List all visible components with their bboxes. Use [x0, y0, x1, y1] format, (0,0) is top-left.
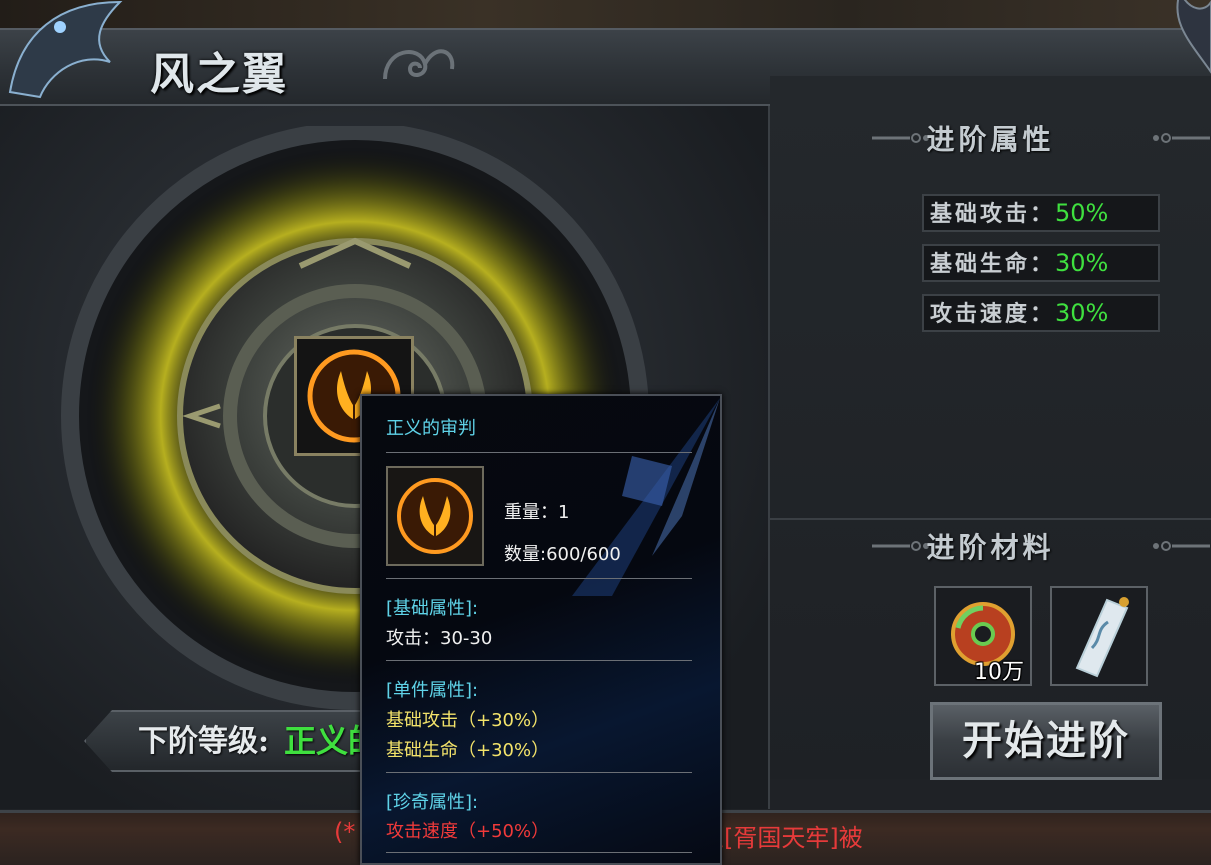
stat-value: 50%	[1055, 199, 1109, 227]
stat-label: 基础攻击：	[930, 201, 1056, 227]
tooltip-divider	[386, 852, 692, 853]
tooltip-divider	[386, 660, 692, 661]
stat-basic-life: 基础生命：30%	[922, 244, 1160, 282]
rare-attr-header: [珍奇属性]:	[386, 792, 479, 813]
tooltip-divider	[386, 578, 692, 579]
tooltip-title: 正义的审判	[386, 418, 476, 439]
piece-attr-line: 基础生命（+30%）	[386, 740, 550, 761]
material-slot-scroll[interactable]	[1050, 586, 1148, 686]
scroll-icon	[1075, 597, 1129, 678]
background-top	[0, 0, 1211, 30]
piece-attr-header: [单件属性]:	[386, 680, 479, 701]
chat-message-right: 王[胥国天牢]被	[700, 824, 863, 852]
tooltip-divider	[386, 452, 692, 453]
item-tooltip: 正义的审判 重量：1 数量:600/600 [基础属性]: 攻击：30-30 […	[360, 394, 722, 865]
tooltip-item-slot	[386, 466, 484, 566]
next-level-label: 下阶等级:	[138, 724, 270, 759]
stat-attack-speed: 攻击速度：30%	[922, 294, 1160, 332]
wings-item-icon	[397, 478, 473, 554]
stat-value: 30%	[1055, 299, 1109, 327]
advance-attributes-heading: 进阶属性	[926, 123, 1055, 156]
dragon-ornament-icon	[1176, 0, 1211, 74]
tooltip-count: 数量:600/600	[504, 544, 621, 565]
divider-ornament-icon	[1153, 541, 1210, 551]
next-level-value: 正义的审判	[284, 722, 360, 760]
stat-label: 基础生命：	[930, 251, 1056, 277]
panel-title: 风之翼	[150, 49, 288, 100]
chat-message-left: (*	[334, 818, 356, 846]
materials-heading: 进阶材料	[926, 531, 1055, 564]
stat-label: 攻击速度：	[930, 301, 1056, 327]
rare-attr-line: 攻击速度（+50%）	[386, 821, 550, 842]
piece-attr-line: 基础攻击（+30%）	[386, 710, 550, 731]
tooltip-divider	[386, 772, 692, 773]
divider-ornament-icon	[1153, 133, 1210, 143]
basic-attack-value: 攻击：30-30	[386, 628, 493, 649]
dragon-ornament-icon	[8, 0, 123, 99]
cloud-ornament-icon	[383, 49, 455, 80]
tooltip-weight: 重量：1	[504, 502, 570, 523]
stat-value: 30%	[1055, 249, 1109, 277]
basic-attr-header: [基础属性]:	[386, 598, 479, 619]
section-divider	[770, 518, 1211, 520]
material-quantity: 10万	[974, 660, 1024, 685]
start-advance-button[interactable]: 开始进阶	[930, 702, 1162, 780]
stat-basic-attack: 基础攻击：50%	[922, 194, 1160, 232]
